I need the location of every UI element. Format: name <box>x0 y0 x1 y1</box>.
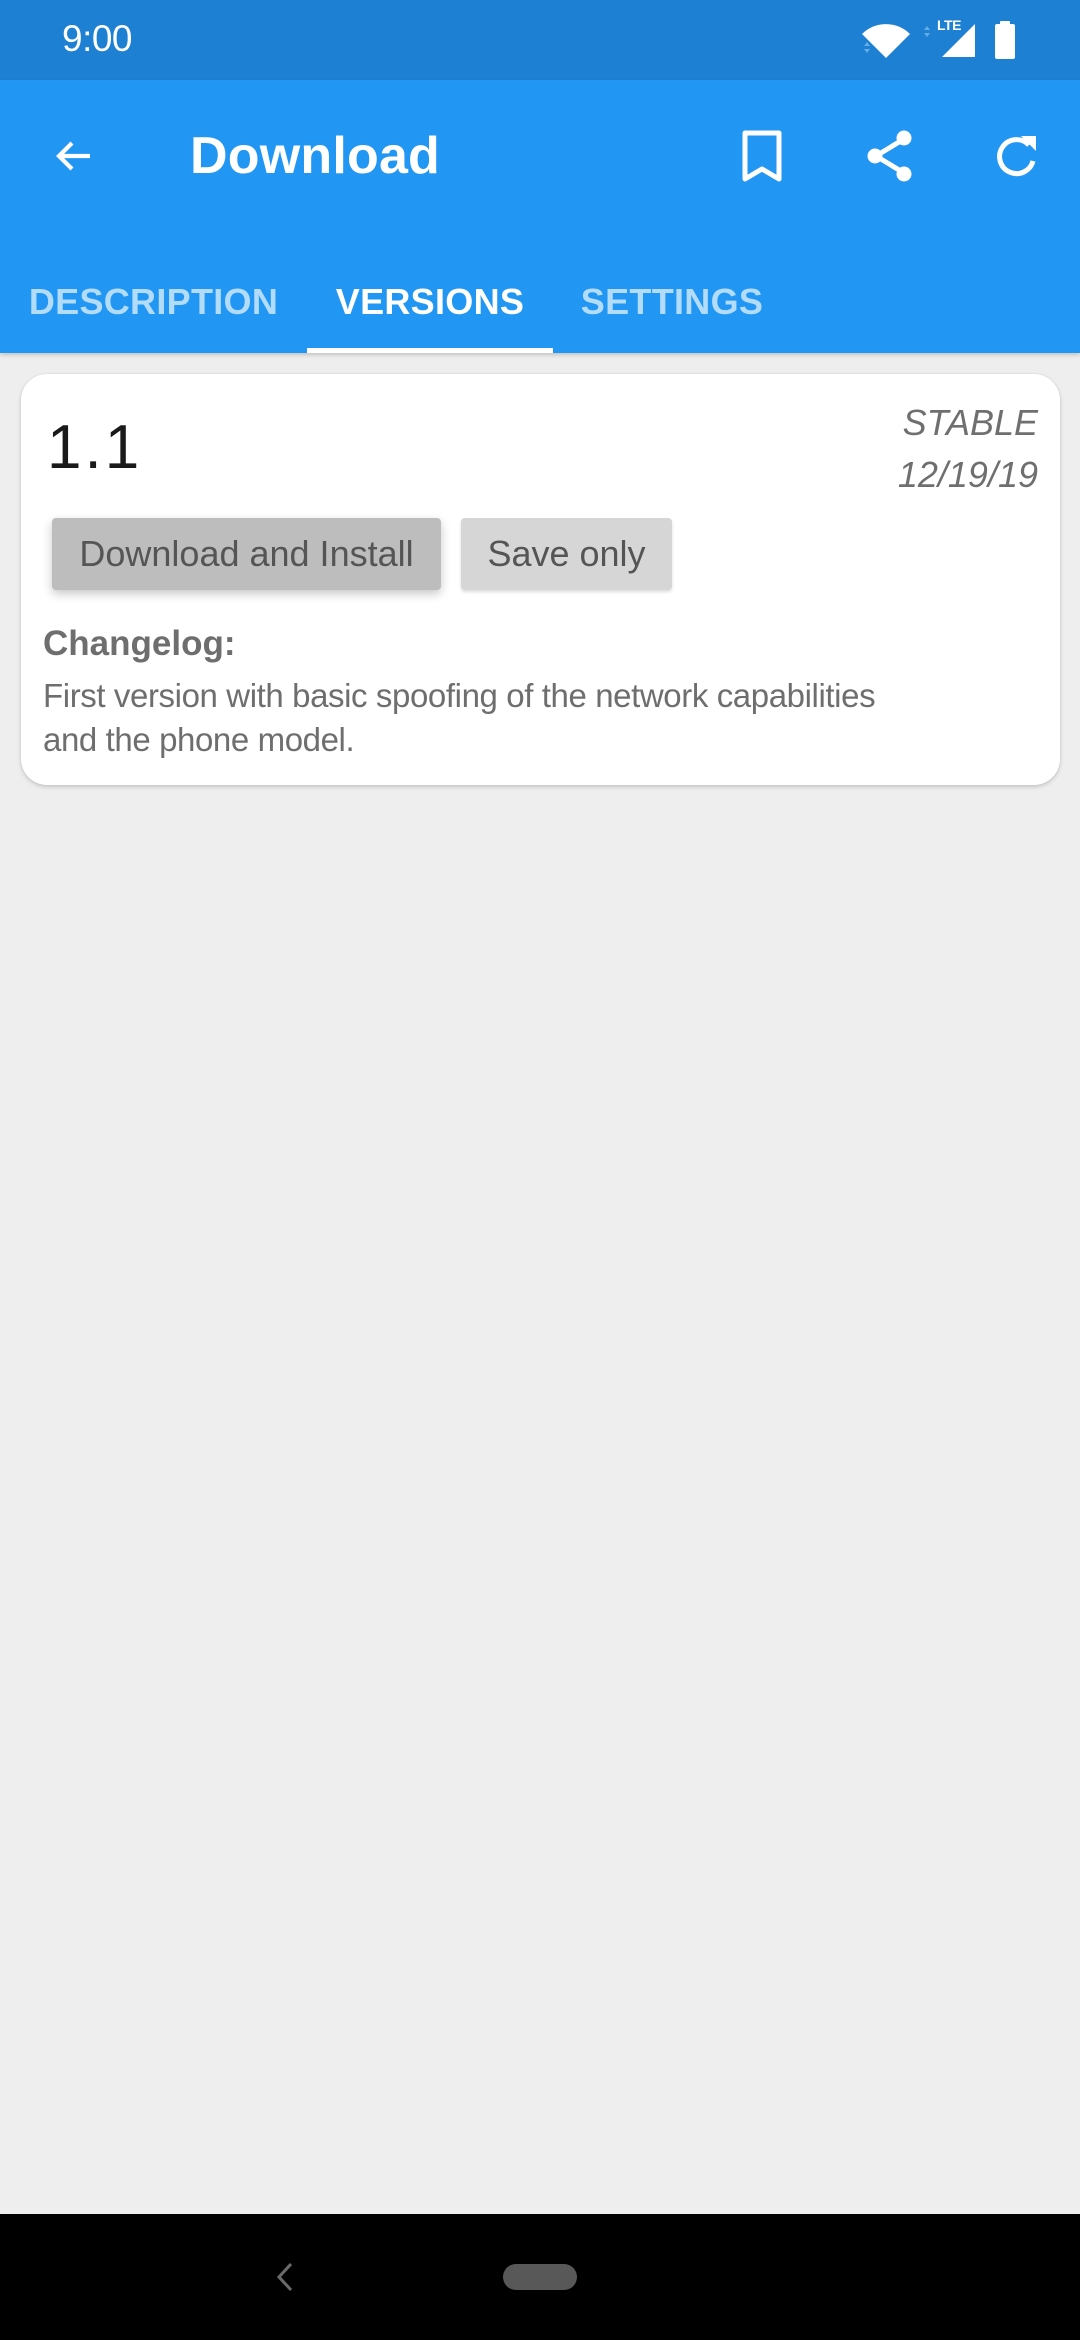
chevron-left-icon <box>276 2262 293 2292</box>
share-icon <box>867 130 912 182</box>
tab-description[interactable]: DESCRIPTION <box>0 250 307 353</box>
changelog-label: Changelog: <box>43 624 236 663</box>
tab-bar: DESCRIPTION VERSIONS SETTINGS <box>0 250 1080 353</box>
nav-home-pill[interactable] <box>503 2264 577 2290</box>
tab-versions[interactable]: VERSIONS <box>307 250 553 353</box>
release-date: 12/19/19 <box>897 454 1038 495</box>
changelog-line: First version with basic spoofing of the… <box>43 677 876 714</box>
page-title: Download <box>190 127 441 185</box>
lte-label: LTE <box>937 17 961 33</box>
status-time: 9:00 <box>62 18 133 59</box>
save-only-button[interactable]: Save only <box>461 518 672 590</box>
refresh-icon <box>997 136 1036 177</box>
share-button[interactable] <box>850 116 930 196</box>
release-type-label: STABLE <box>902 402 1038 443</box>
tab-settings[interactable]: SETTINGS <box>553 250 791 353</box>
bookmark-button[interactable] <box>722 116 802 196</box>
version-card: 1.1 STABLE 12/19/19 Download and Install… <box>21 374 1060 785</box>
app-bar: Download DESCRIPTION VERSIONS SETTINGS <box>0 80 1080 353</box>
refresh-button[interactable] <box>976 116 1056 196</box>
wifi-icon <box>862 24 910 58</box>
bookmark-icon <box>742 130 782 182</box>
back-button[interactable] <box>34 116 114 196</box>
tab-indicator <box>307 348 553 353</box>
changelog-line: and the phone model. <box>43 721 355 758</box>
status-bar: 9:00 LTE <box>0 0 1080 80</box>
arrow-left-icon <box>56 141 90 171</box>
system-nav-bar <box>0 2214 1080 2340</box>
battery-icon <box>995 21 1015 59</box>
download-and-install-button[interactable]: Download and Install <box>52 518 441 590</box>
nav-back-button[interactable] <box>266 2258 304 2296</box>
version-number: 1.1 <box>47 413 143 482</box>
changelog-text: First version with basic spoofing of the… <box>43 674 1043 762</box>
